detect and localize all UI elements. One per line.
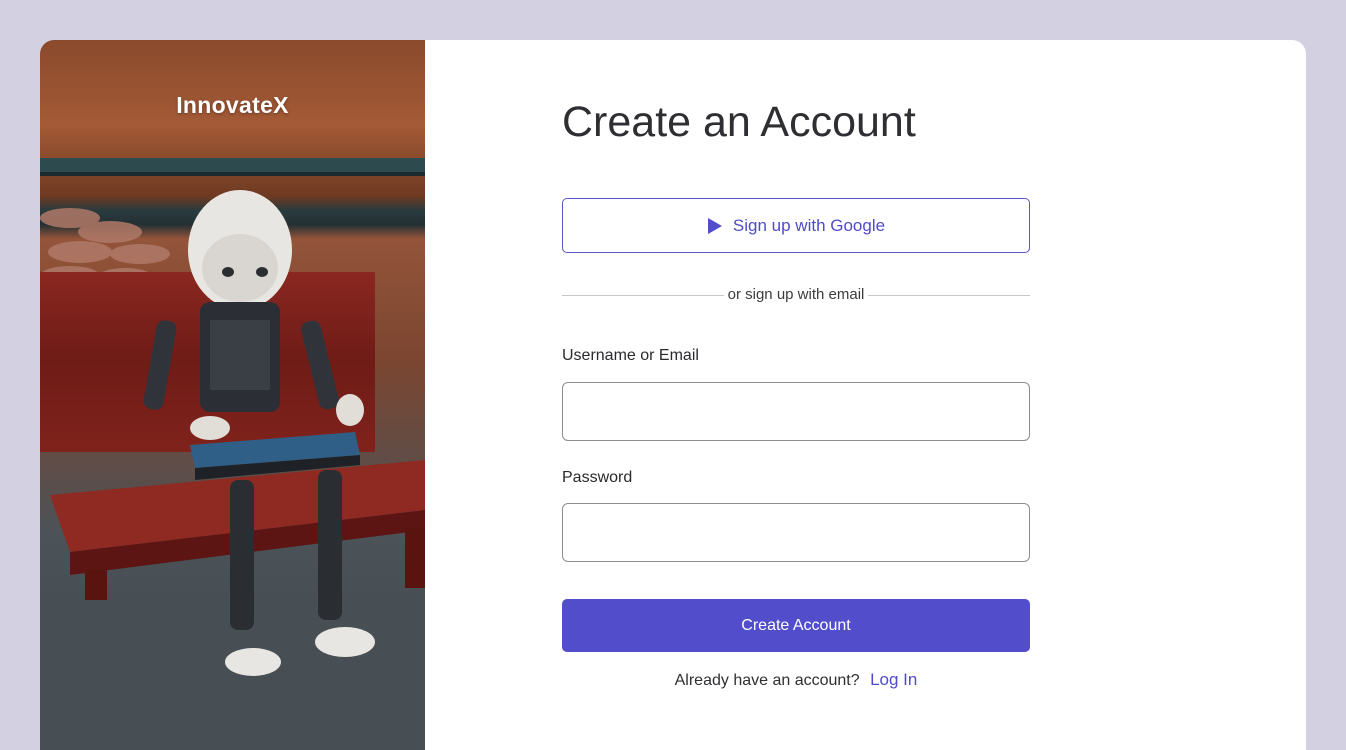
- google-signup-label: Sign up with Google: [732, 215, 886, 235]
- username-input[interactable]: [562, 382, 1030, 441]
- login-row: Already have an account? Log In: [562, 670, 1030, 690]
- brand-logo: InnovateX: [176, 92, 289, 118]
- signup-card: InnovateX Create an Account Sign up with…: [40, 40, 1306, 750]
- or-divider: or sign up with email: [562, 284, 1030, 306]
- username-label: Username or Email: [562, 347, 699, 364]
- login-link[interactable]: Log In: [870, 670, 917, 689]
- google-signup-button[interactable]: Sign up with Google: [562, 198, 1030, 253]
- hero-image: InnovateX: [40, 40, 425, 750]
- robot-illustration: [40, 158, 425, 750]
- divider-line-right: [868, 295, 1030, 296]
- play-icon: [707, 217, 723, 234]
- password-label: Password: [562, 469, 633, 486]
- app-background: InnovateX Create an Account Sign up with…: [0, 0, 1346, 750]
- page-title: Create an Account: [562, 98, 916, 146]
- create-account-button[interactable]: Create Account: [562, 599, 1030, 652]
- password-input[interactable]: [562, 503, 1030, 562]
- login-prompt: Already have an account?: [674, 672, 860, 689]
